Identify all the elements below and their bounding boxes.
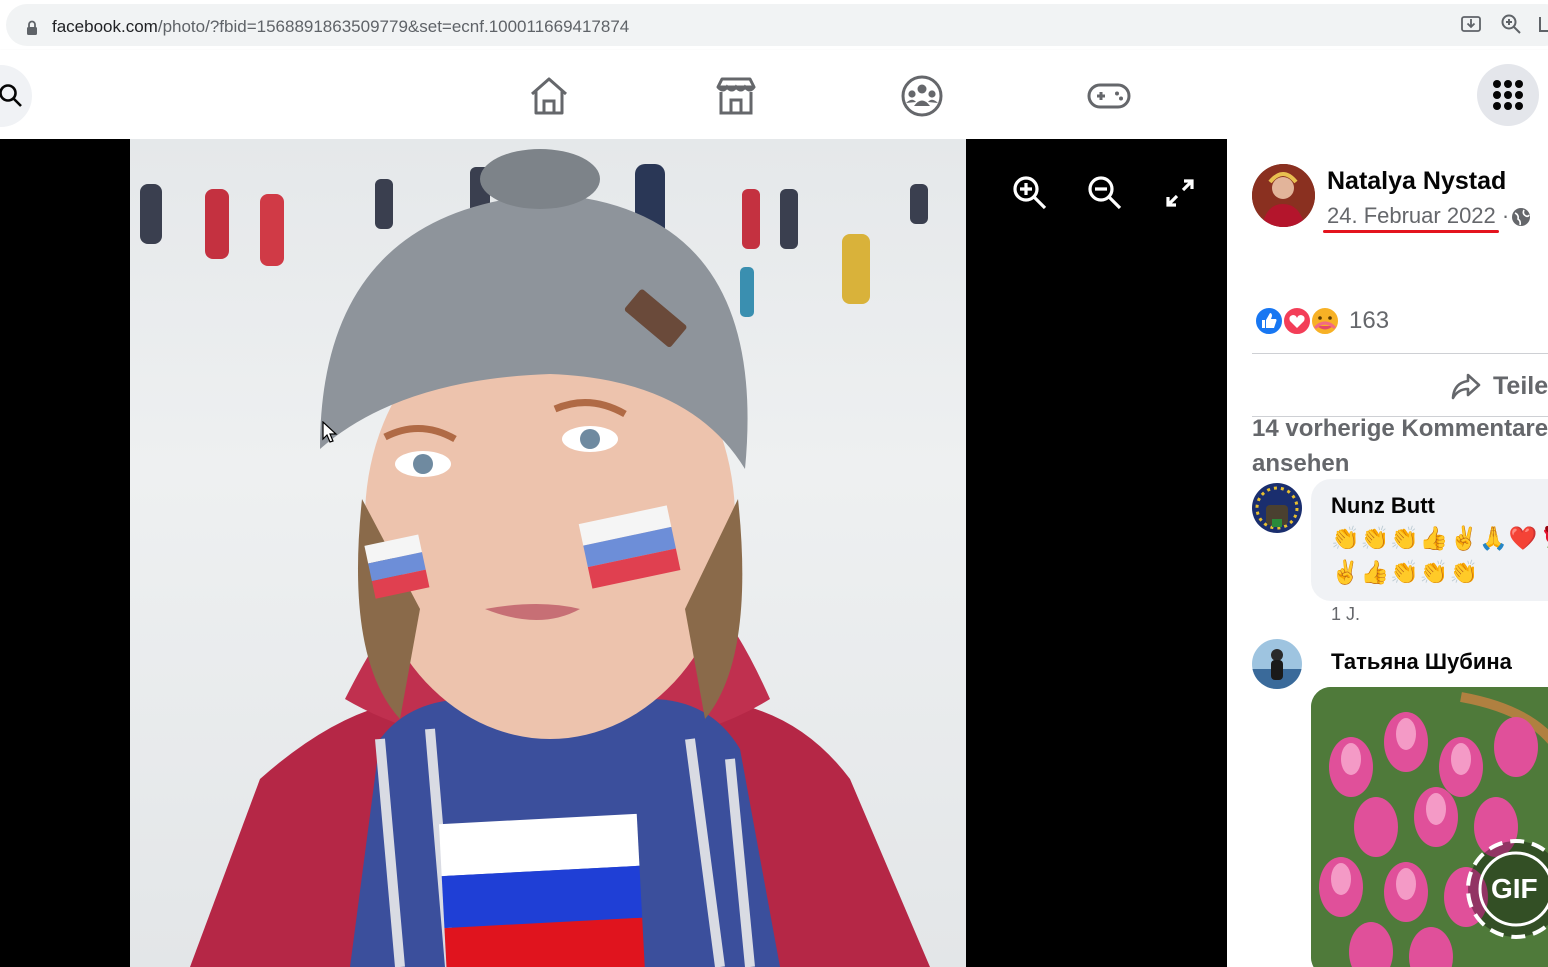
avatar-image — [1252, 483, 1302, 533]
zoom-in-icon[interactable] — [1012, 175, 1048, 211]
post-photo[interactable] — [130, 139, 966, 967]
comment-text-line: ✌👍👏👏👏 — [1331, 559, 1480, 585]
avatar-image — [1252, 164, 1315, 227]
post-date-text[interactable]: 24. Februar 2022 — [1327, 203, 1496, 228]
reaction-icons[interactable] — [1253, 304, 1343, 338]
comment-author[interactable]: Татьяна Шубина — [1331, 649, 1512, 675]
marketplace-icon[interactable] — [714, 74, 758, 118]
url-path: /photo/?fbid=1568891863509779&set=ecnf.1… — [157, 17, 630, 36]
reaction-count[interactable]: 163 — [1349, 307, 1389, 335]
care-reaction-icon — [1310, 306, 1340, 336]
share-button[interactable]: Teilen — [1451, 367, 1548, 407]
comment-text-line: 👏👏👏👍✌🙏❤️🌹 — [1331, 525, 1548, 551]
globe-icon — [1512, 208, 1530, 226]
author-avatar[interactable] — [1252, 164, 1315, 227]
gaming-icon[interactable] — [1087, 74, 1131, 118]
lock-icon — [27, 20, 37, 35]
facebook-topbar — [0, 50, 1548, 139]
photo-illustration — [140, 149, 930, 967]
share-label: Teilen — [1493, 372, 1548, 400]
commenter-avatar[interactable] — [1252, 483, 1302, 533]
menu-button[interactable] — [1477, 64, 1539, 126]
gif-image — [1311, 687, 1548, 967]
photo-viewer — [0, 139, 1227, 967]
comment-author[interactable]: Nunz Butt — [1331, 493, 1435, 519]
comment-gif[interactable]: GIF — [1311, 687, 1548, 967]
url-text: facebook.com/photo/?fbid=156889186350977… — [52, 17, 629, 37]
zoom-out-icon[interactable] — [1087, 175, 1123, 211]
like-reaction-icon — [1254, 306, 1284, 336]
grid-menu-icon — [1493, 80, 1523, 110]
comment-timestamp[interactable]: 1 J. — [1331, 604, 1360, 625]
date-highlight-underline — [1323, 230, 1499, 233]
groups-icon[interactable] — [900, 74, 944, 118]
search-button[interactable] — [0, 65, 32, 127]
browser-address-bar: facebook.com/photo/?fbid=156889186350977… — [0, 0, 1548, 50]
share-arrow-icon — [1451, 373, 1481, 400]
install-icon[interactable] — [1460, 13, 1482, 35]
comment-text: 👏👏👏👍✌🙏❤️🌹 ✌👍👏👏👏 — [1331, 521, 1548, 589]
avatar-image — [1252, 639, 1302, 689]
gif-label: GIF — [1491, 873, 1538, 904]
fullscreen-icon[interactable] — [1162, 175, 1198, 211]
comment-bubble: Nunz Butt 👏👏👏👍✌🙏❤️🌹 ✌👍👏👏👏 — [1311, 479, 1548, 601]
url-field[interactable]: facebook.com/photo/?fbid=156889186350977… — [6, 4, 1548, 46]
date-separator: · — [1501, 203, 1510, 228]
post-details-panel: Natalya Nystad 24. Februar 2022 · 163 Te… — [1227, 139, 1548, 967]
url-domain: facebook.com — [52, 17, 158, 36]
post-date[interactable]: 24. Februar 2022 · — [1327, 203, 1509, 229]
share-page-icon[interactable] — [1538, 13, 1548, 35]
mouse-cursor-icon — [322, 421, 338, 443]
commenter-avatar[interactable] — [1252, 639, 1302, 689]
search-icon — [0, 84, 22, 107]
zoom-icon[interactable] — [1500, 13, 1522, 35]
reactions-divider — [1252, 353, 1548, 354]
view-previous-comments-link[interactable]: 14 vorherige Kommentare ansehen — [1252, 411, 1548, 481]
author-name[interactable]: Natalya Nystad — [1327, 167, 1506, 196]
love-reaction-icon — [1282, 306, 1312, 336]
home-icon[interactable] — [527, 74, 571, 118]
